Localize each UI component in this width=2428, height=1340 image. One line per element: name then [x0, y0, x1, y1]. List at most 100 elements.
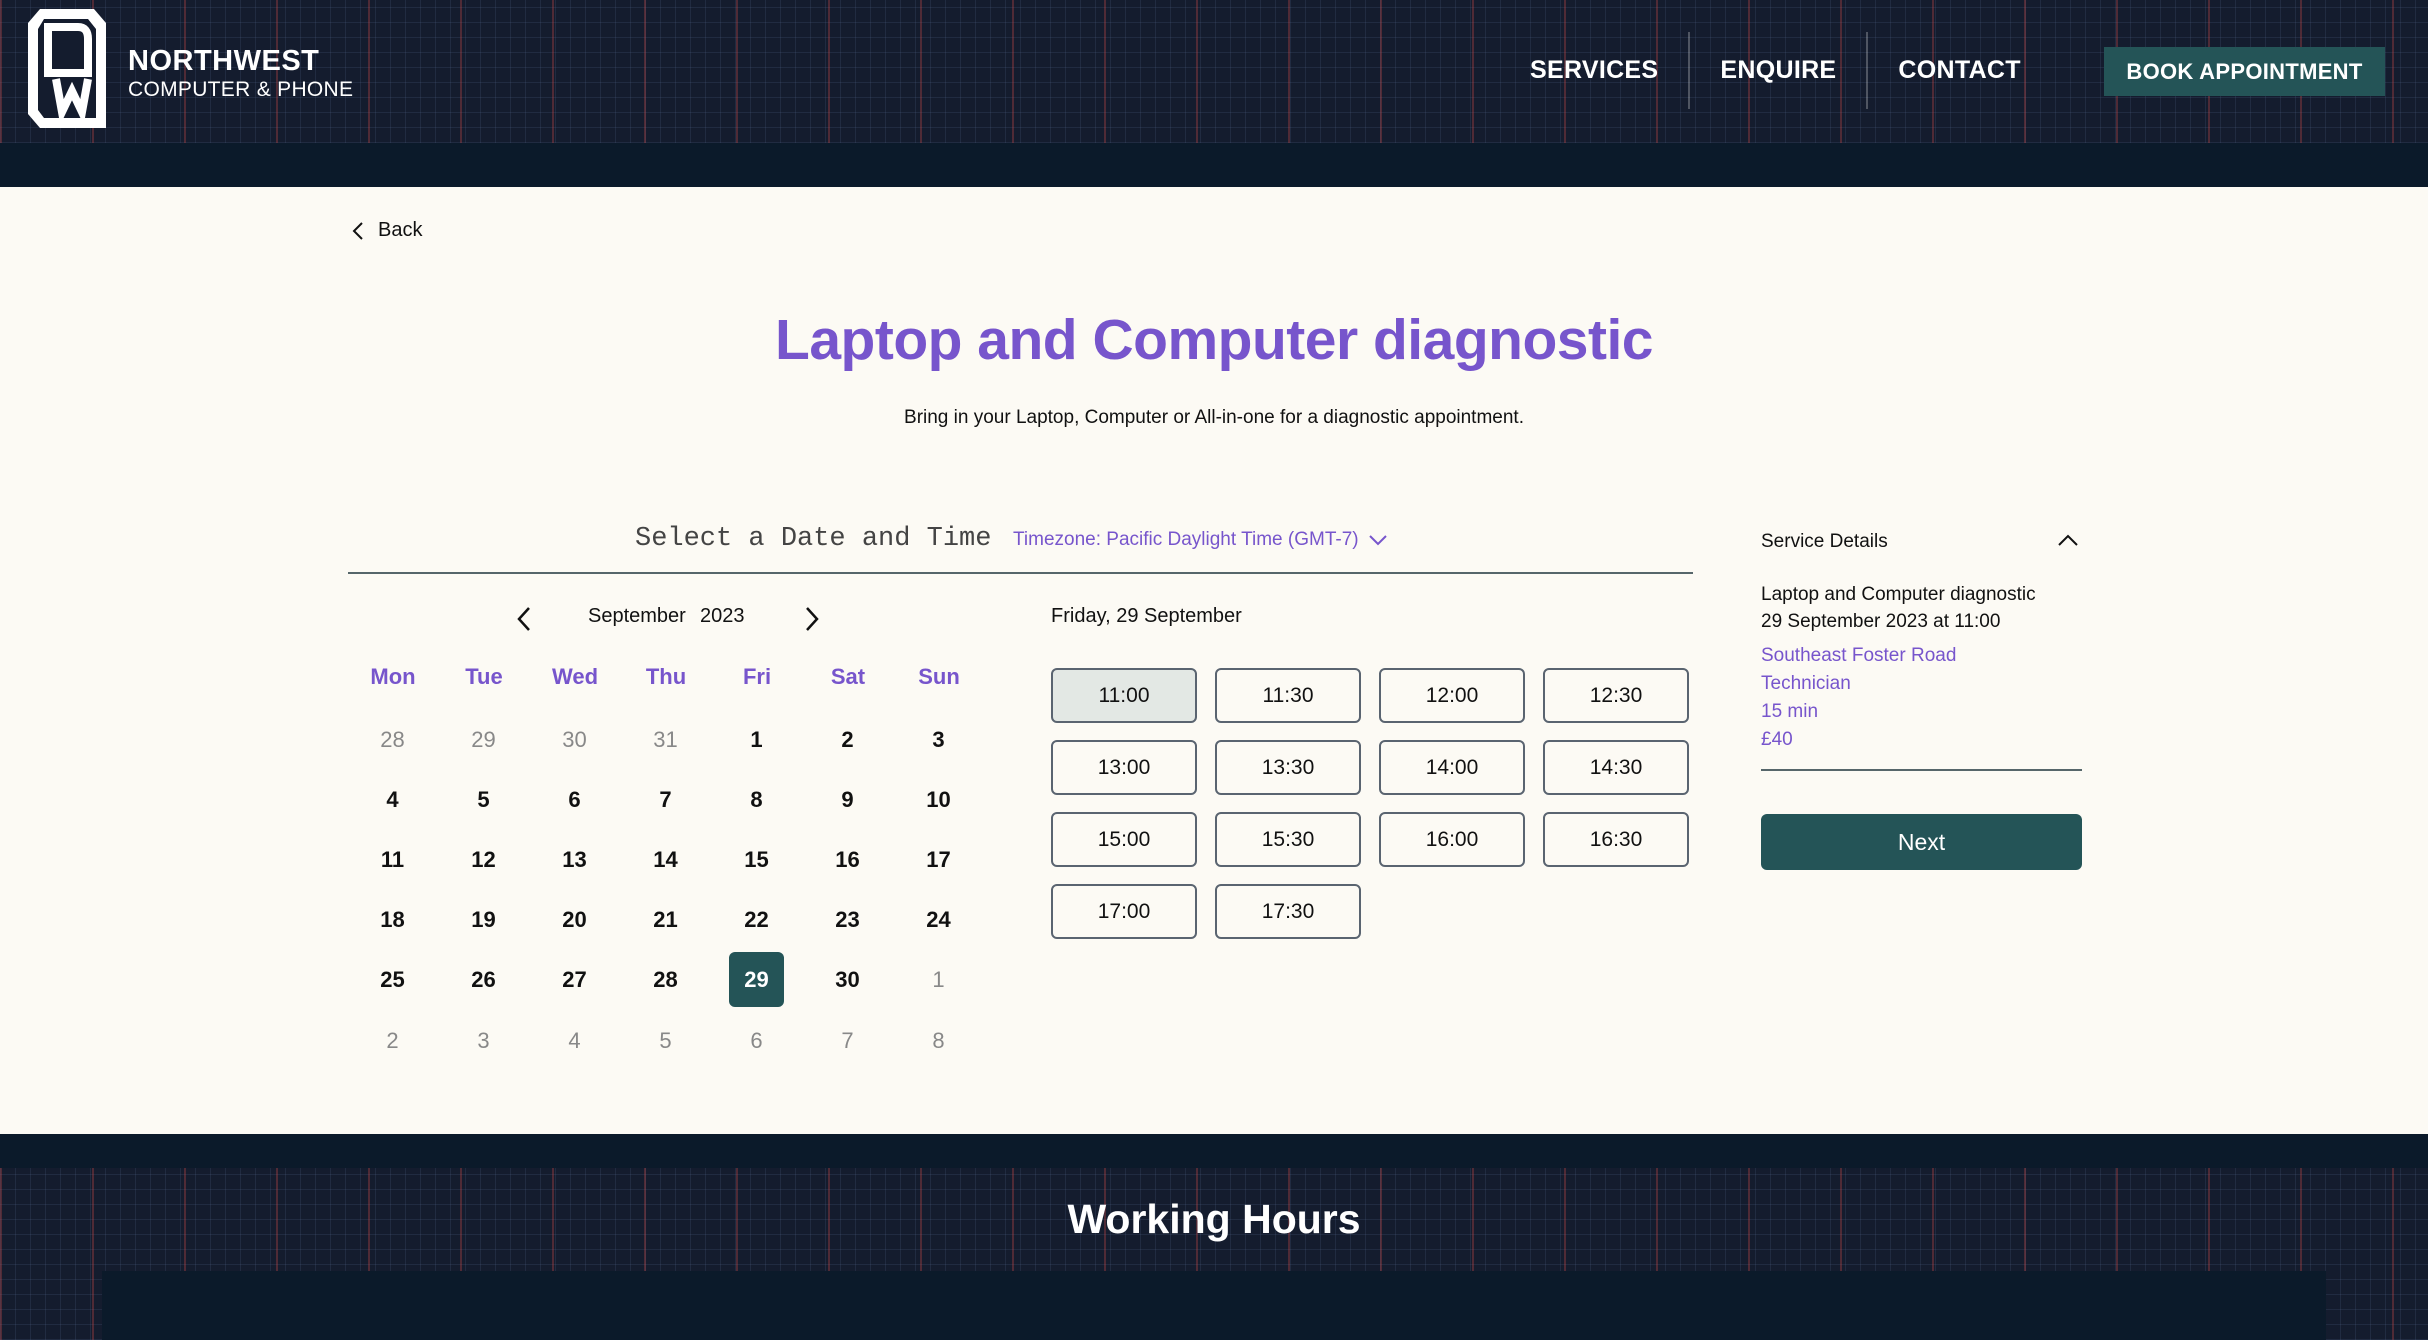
section-divider	[348, 572, 1693, 574]
next-month-icon[interactable]	[802, 604, 822, 634]
timezone-label: Timezone: Pacific Daylight Time (GMT-7)	[1013, 529, 1359, 550]
calendar-day[interactable]: 4	[365, 772, 420, 827]
service-staff: Technician	[1761, 673, 1851, 694]
time-slot[interactable]: 17:30	[1215, 884, 1361, 939]
time-slot-selected[interactable]: 11:00	[1051, 668, 1197, 723]
header-band	[0, 143, 2428, 187]
calendar-day: 31	[653, 726, 678, 752]
calendar-day: 1	[932, 966, 945, 992]
brand[interactable]: NORTHWEST COMPUTER & PHONE	[128, 44, 353, 102]
calendar-year: 2023	[700, 605, 745, 627]
calendar-day: 29	[471, 726, 496, 752]
calendar-day: 4	[568, 1027, 581, 1053]
back-link[interactable]: Back	[352, 219, 422, 242]
time-slot[interactable]: 16:30	[1543, 812, 1689, 867]
calendar-day[interactable]: 27	[547, 952, 602, 1007]
calendar-day[interactable]: 1	[729, 712, 784, 767]
calendar-day[interactable]: 10	[911, 772, 966, 827]
calendar-day[interactable]: 17	[911, 832, 966, 887]
time-slot[interactable]: 12:00	[1379, 668, 1525, 723]
calendar-day[interactable]: 5	[456, 772, 511, 827]
calendar-day[interactable]: 30	[820, 952, 875, 1007]
time-slot[interactable]: 17:00	[1051, 884, 1197, 939]
service-divider	[1761, 769, 2082, 771]
calendar-day[interactable]: 25	[365, 952, 420, 1007]
weekday-header: Mon	[370, 664, 416, 689]
calendar-day: 28	[380, 726, 405, 752]
calendar-month: September	[588, 605, 686, 627]
calendar-day[interactable]: 11	[365, 832, 420, 887]
weekday-header: Thu	[645, 664, 687, 689]
calendar-day[interactable]: 14	[638, 832, 693, 887]
calendar-day[interactable]: 6	[547, 772, 602, 827]
calendar-day: 8	[932, 1027, 945, 1053]
chevron-down-icon	[1368, 535, 1387, 546]
weekday-header: Wed	[551, 664, 599, 689]
time-slot[interactable]: 13:30	[1215, 740, 1361, 795]
calendar-day: 2	[386, 1027, 399, 1053]
nav-contact[interactable]: CONTACT	[1868, 32, 2050, 109]
calendar-day[interactable]: 7	[638, 772, 693, 827]
select-date-time-heading: Select a Date and Time	[635, 524, 992, 554]
calendar-day: 30	[562, 726, 587, 752]
calendar-day[interactable]: 16	[820, 832, 875, 887]
site-header: NORTHWEST COMPUTER & PHONE SERVICES ENQU…	[0, 0, 2428, 143]
service-price: £40	[1761, 729, 1793, 750]
calendar-day[interactable]: 13	[547, 832, 602, 887]
working-hours-heading: Working Hours	[1067, 1196, 1361, 1242]
nav-enquire[interactable]: ENQUIRE	[1690, 32, 1866, 109]
timezone-dropdown[interactable]: Timezone: Pacific Daylight Time (GMT-7)	[1013, 529, 1387, 551]
calendar-day[interactable]: 26	[456, 952, 511, 1007]
service-datetime: 29 September 2023 at 11:00	[1761, 611, 2001, 632]
calendar-day[interactable]: 12	[456, 832, 511, 887]
time-slot[interactable]: 15:00	[1051, 812, 1197, 867]
chevron-up-icon[interactable]	[2055, 527, 2081, 553]
service-details-heading: Service Details	[1761, 531, 1888, 552]
calendar-day[interactable]: 15	[729, 832, 784, 887]
calendar-day[interactable]: 21	[638, 892, 693, 947]
time-slot[interactable]: 11:30	[1215, 668, 1361, 723]
next-button[interactable]: Next	[1761, 814, 2082, 870]
weekday-header: Fri	[742, 664, 772, 689]
calendar-day[interactable]: 24	[911, 892, 966, 947]
time-slot[interactable]: 16:00	[1379, 812, 1525, 867]
calendar-day[interactable]: 22	[729, 892, 784, 947]
logo-icon[interactable]	[26, 7, 108, 130]
service-location: Southeast Foster Road	[1761, 645, 1957, 666]
time-slot[interactable]: 15:30	[1215, 812, 1361, 867]
calendar-day: 7	[841, 1027, 854, 1053]
calendar-day[interactable]: 8	[729, 772, 784, 827]
time-slot[interactable]: 12:30	[1543, 668, 1689, 723]
calendar-day[interactable]: 3	[911, 712, 966, 767]
booking-main: Back Laptop and Computer diagnostic Brin…	[0, 187, 2428, 1134]
book-appointment-button[interactable]: BOOK APPOINTMENT	[2104, 47, 2385, 96]
weekday-header: Sat	[830, 664, 866, 689]
calendar-day[interactable]: 19	[456, 892, 511, 947]
calendar-day[interactable]: 9	[820, 772, 875, 827]
prev-month-icon[interactable]	[514, 604, 534, 634]
weekday-header: Sun	[918, 664, 960, 689]
page-subtitle: Bring in your Laptop, Computer or All-in…	[904, 407, 1524, 428]
time-slot[interactable]: 13:00	[1051, 740, 1197, 795]
selected-date-label: Friday, 29 September	[1051, 605, 1242, 627]
calendar-day: 6	[750, 1027, 763, 1053]
calendar-day[interactable]: 20	[547, 892, 602, 947]
chevron-left-icon	[352, 221, 363, 240]
time-slot[interactable]: 14:00	[1379, 740, 1525, 795]
working-hours-panel	[102, 1271, 2326, 1340]
service-name: Laptop and Computer diagnostic	[1761, 584, 2036, 605]
calendar-day[interactable]: 28	[638, 952, 693, 1007]
calendar-day: 3	[477, 1027, 490, 1053]
calendar-day-selected[interactable]: 29	[729, 952, 784, 1007]
nav-services[interactable]: SERVICES	[1500, 32, 1688, 109]
page-title: Laptop and Computer diagnostic	[775, 308, 1654, 372]
calendar-day[interactable]: 2	[820, 712, 875, 767]
calendar-day: 5	[659, 1027, 672, 1053]
time-slot[interactable]: 14:30	[1543, 740, 1689, 795]
service-duration: 15 min	[1761, 701, 1819, 722]
brand-subtitle: COMPUTER & PHONE	[128, 78, 354, 101]
calendar-day[interactable]: 23	[820, 892, 875, 947]
site-footer: Working Hours	[0, 1134, 2428, 1340]
calendar-day[interactable]: 18	[365, 892, 420, 947]
weekday-header: Tue	[465, 664, 503, 689]
